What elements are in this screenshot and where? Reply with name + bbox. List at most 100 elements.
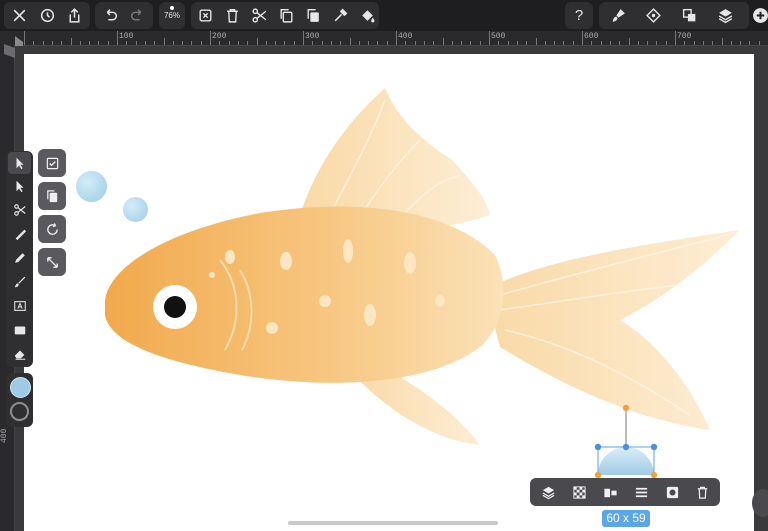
duplicate-button[interactable]	[38, 182, 66, 210]
layers-button[interactable]	[713, 2, 737, 29]
rotate-button[interactable]	[38, 215, 66, 243]
style-button[interactable]	[641, 2, 665, 29]
ruler-tick	[702, 41, 704, 45]
horizontal-ruler: 100 200 300 400 500 600 700	[0, 31, 768, 46]
text-tool[interactable]	[8, 295, 31, 317]
rectangle-tool[interactable]	[8, 319, 31, 341]
clear-icon	[198, 9, 212, 22]
copy-icon	[279, 8, 293, 23]
ruler-tick	[470, 41, 472, 45]
ruler-label: 700	[677, 32, 692, 41]
selected-shape[interactable]	[588, 400, 664, 480]
node-tool[interactable]	[8, 199, 31, 221]
ruler-tick	[228, 41, 230, 45]
ruler-tick	[609, 41, 611, 45]
ruler-tick	[117, 31, 118, 45]
pen-tool[interactable]	[8, 223, 31, 245]
zoom-indicator[interactable]: 76%	[159, 2, 185, 29]
ruler-tick	[693, 41, 695, 45]
clear-button[interactable]	[193, 2, 217, 29]
ruler-tick	[684, 41, 686, 45]
eyedropper-button[interactable]	[328, 2, 352, 29]
handle-top-left[interactable]	[594, 443, 602, 451]
ruler-label: 100	[119, 32, 134, 41]
text-icon	[13, 301, 26, 311]
resize-button[interactable]	[38, 248, 66, 276]
ruler-tick	[200, 41, 202, 45]
goldfish-illustration[interactable]	[100, 85, 745, 450]
ruler-tick	[675, 31, 676, 45]
paste-icon	[306, 8, 319, 22]
close-button[interactable]	[7, 2, 31, 29]
paste-button[interactable]	[301, 2, 325, 29]
direct-select-tool[interactable]	[8, 175, 31, 197]
ruler-tick	[265, 41, 267, 45]
ruler-label: 200	[212, 32, 227, 41]
brush-studio-button[interactable]	[606, 2, 630, 29]
selection-delete-button[interactable]	[691, 481, 713, 503]
ruler-label: 500	[491, 32, 506, 41]
arrange-button[interactable]	[677, 2, 701, 29]
add-button[interactable]	[748, 2, 768, 29]
distribute-button[interactable]	[630, 481, 652, 503]
ruler-tick	[526, 41, 528, 45]
top-toolbar: 76% ?	[0, 0, 768, 31]
layers-icon	[542, 486, 554, 499]
selection-layers-button[interactable]	[537, 481, 559, 503]
ruler-tick	[572, 41, 574, 45]
select-tool[interactable]	[8, 152, 31, 174]
node-tool-icon	[13, 204, 26, 216]
ruler-tick	[349, 38, 351, 45]
stroke-color-swatch[interactable]	[10, 402, 29, 421]
ruler-tick	[647, 41, 649, 45]
fish-pupil	[164, 296, 186, 318]
ruler-tick	[191, 41, 193, 45]
ruler-tick	[489, 31, 490, 45]
mask-button[interactable]	[661, 481, 683, 503]
eraser-tool[interactable]	[8, 343, 31, 365]
pencil-icon	[14, 253, 25, 263]
ruler-tick	[619, 41, 621, 45]
ruler-tick	[721, 38, 723, 45]
fill-color-swatch[interactable]	[10, 377, 31, 398]
scissors-icon	[251, 8, 266, 23]
edge-handle-button[interactable]	[752, 489, 768, 517]
handle-top-right[interactable]	[650, 443, 658, 451]
ruler-tick	[312, 41, 314, 45]
undo-button[interactable]	[98, 2, 122, 29]
ruler-label: 600	[584, 32, 599, 41]
trash-icon	[697, 486, 707, 499]
pencil-tool[interactable]	[8, 247, 31, 269]
ruler-tick	[405, 41, 407, 45]
delete-button[interactable]	[220, 2, 244, 29]
ruler-tick	[433, 41, 435, 45]
ruler-tick	[284, 41, 286, 45]
handle-top[interactable]	[622, 443, 630, 451]
brush-icon	[14, 276, 25, 288]
transparency-button[interactable]	[568, 481, 590, 503]
ruler-tick	[516, 41, 518, 45]
select-all-button[interactable]	[38, 149, 66, 177]
redo-button[interactable]	[125, 2, 149, 29]
help-button[interactable]: ?	[567, 2, 591, 29]
fill-button[interactable]	[355, 2, 379, 29]
ruler-tick	[42, 41, 44, 45]
select-icon	[16, 157, 23, 170]
ruler-tick	[563, 41, 565, 45]
share-button[interactable]	[62, 2, 86, 29]
share-icon	[69, 8, 79, 23]
cut-button[interactable]	[247, 2, 271, 29]
ruler-tick	[665, 41, 667, 45]
brush-tool[interactable]	[8, 271, 31, 293]
ruler-tick	[507, 41, 509, 45]
bubble-large[interactable]	[76, 171, 107, 202]
ruler-tick	[414, 41, 416, 45]
bubble-small[interactable]	[123, 197, 148, 222]
ruler-label: 300	[305, 32, 320, 41]
ruler-tick	[386, 41, 388, 45]
align-button[interactable]	[599, 481, 621, 503]
rotation-handle[interactable]	[622, 404, 630, 412]
close-icon	[13, 9, 25, 22]
settings-button[interactable]	[35, 2, 59, 29]
copy-button[interactable]	[274, 2, 298, 29]
